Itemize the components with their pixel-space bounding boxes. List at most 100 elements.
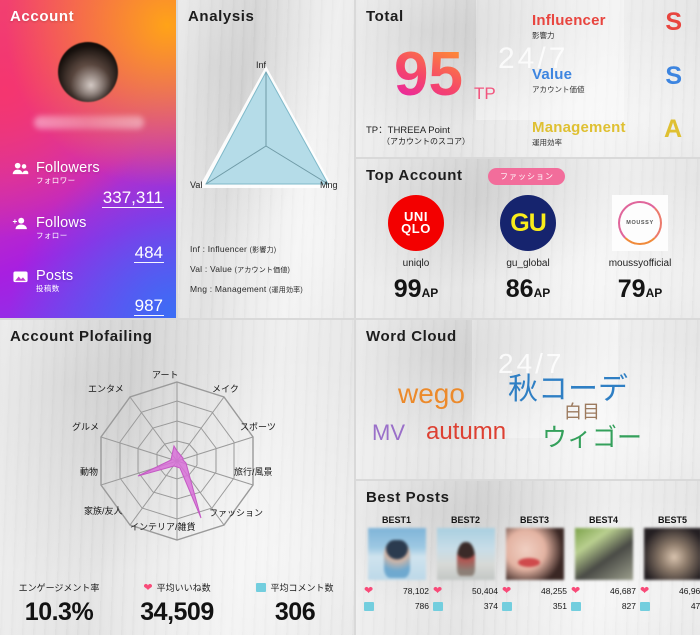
followers-icon <box>12 162 29 174</box>
account-profiling-panel: Account Plofailing アート メイク スポーツ 旅行/風景 ファ… <box>0 320 354 635</box>
stat-followers: Followers フォロワー 337,311 <box>12 160 164 209</box>
best-post-rank-3: BEST4 <box>588 515 618 525</box>
word-cloud-term-4[interactable]: autumn <box>426 418 506 446</box>
word-cloud-panel-title: Word Cloud <box>366 328 457 345</box>
kpi-value-likes: 34,509 <box>140 598 214 626</box>
stat-label-follows: Follows <box>36 215 87 231</box>
radar-axis-animal: 動物 <box>80 467 99 477</box>
top-account-name-0: uniqlo <box>402 258 430 269</box>
best-post-item-0[interactable]: BEST1 ❤ 78,102 786 <box>364 515 429 611</box>
grade-management: A <box>663 115 682 143</box>
best-post-likes-4: 46,964 <box>679 585 700 596</box>
radar-axis-gourmet: グルメ <box>72 422 100 432</box>
comment-icon <box>364 601 374 611</box>
radar-axis-sports: スポーツ <box>240 422 276 432</box>
heart-icon: ❤ <box>143 582 153 594</box>
analysis-legend-item-0: Inf : Influencer (影響力) <box>190 244 277 254</box>
account-panel: Account Followers フォロワー 337,311 Follows … <box>0 0 176 318</box>
radar-axis-makeup: メイク <box>212 384 239 394</box>
uniqlo-logo-line2: QLO <box>401 221 431 236</box>
stat-posts: Posts 投稿数 987 <box>12 268 164 317</box>
word-cloud-panel: 24/7 Word Cloud wego 秋コーデ 白目 MV autumn ウ… <box>356 320 700 479</box>
metric-management-label-jp: 運用効率 <box>532 138 562 147</box>
stat-label-posts-jp: 投稿数 <box>36 284 60 293</box>
best-posts-list: BEST1 ❤ 78,102 786 BEST2 ❤ 50,404 374 BEST… <box>364 515 700 611</box>
metric-value-label-jp: アカウント価値 <box>532 85 585 94</box>
kpi-avg-likes: ❤ 平均いいね数 34,509 <box>118 581 236 627</box>
best-post-likes-0: 78,102 <box>403 585 429 596</box>
moussy-logo-text: MOUSSY <box>626 220 654 226</box>
top-account-ap-0: 99AP <box>393 275 439 303</box>
stat-label-followers-jp: フォロワー <box>36 176 76 185</box>
stat-label-posts: Posts <box>36 268 74 284</box>
radar-axis-art: アート <box>152 370 179 380</box>
analysis-axis-val: Val <box>190 180 203 190</box>
dashboard-root: Account Followers フォロワー 337,311 Follows … <box>0 0 700 635</box>
best-post-thumbnail-2[interactable] <box>505 528 564 580</box>
total-note: TP：THREEA Point <box>366 125 450 136</box>
radar-axis-travel: 旅行/風景 <box>234 467 273 477</box>
comment-icon <box>571 601 581 611</box>
heart-icon: ❤ <box>502 585 512 597</box>
profiling-kpis: エンゲージメント率 10.3% ❤ 平均いいね数 34,509 平均コメント数 … <box>0 581 354 627</box>
best-posts-panel: Best Posts BEST1 ❤ 78,102 786 BEST2 ❤ 50,4… <box>356 481 700 635</box>
heart-icon: ❤ <box>433 585 443 597</box>
stat-value-followers: 337,311 <box>101 188 164 209</box>
metric-management-label: Management <box>532 119 626 136</box>
analysis-legend-item-2: Mng : Management (運用効率) <box>190 284 303 294</box>
metric-value-label: Value <box>532 66 573 83</box>
best-posts-panel-title: Best Posts <box>366 489 450 506</box>
best-post-comments-2: 351 <box>552 601 567 611</box>
heart-icon: ❤ <box>571 585 581 597</box>
best-post-comments-4: 474 <box>690 601 700 611</box>
top-account-ap-1: 86AP <box>505 275 551 303</box>
word-cloud-term-0[interactable]: wego <box>398 378 465 410</box>
uniqlo-logo: UNI QLO <box>388 195 444 251</box>
top-account-item-2[interactable]: MOUSSY moussyofficial 79AP <box>590 195 690 304</box>
best-post-item-2[interactable]: BEST3 ❤ 48,255 351 <box>502 515 567 611</box>
radar-axis-interior: インテリア/雑貨 <box>130 522 196 532</box>
follows-icon <box>12 217 27 229</box>
stat-value-follows: 484 <box>133 243 164 264</box>
kpi-label-comments: 平均コメント数 <box>270 583 334 593</box>
top-account-item-0[interactable]: UNI QLO uniqlo 99AP <box>366 195 466 304</box>
metric-value: Value アカウント価値 <box>532 66 585 95</box>
comment-icon <box>502 601 512 611</box>
top-account-item-1[interactable]: GU gu_global 86AP <box>478 195 578 304</box>
total-panel-title: Total <box>366 8 404 25</box>
account-name-blurred <box>34 116 144 129</box>
kpi-value-engagement: 10.3% <box>24 598 94 626</box>
grade-value: S <box>665 62 682 90</box>
analysis-axis-mng: Mng <box>320 180 338 190</box>
best-post-thumbnail-1[interactable] <box>436 528 495 580</box>
best-post-thumbnail-0[interactable] <box>367 528 426 580</box>
analysis-legend-item-1: Val : Value (アカウント価値) <box>190 264 291 274</box>
moussy-logo: MOUSSY <box>612 195 668 251</box>
analysis-panel: Analysis Inf Mng Val Inf : Influencer (影… <box>178 0 354 318</box>
best-post-thumbnail-4[interactable] <box>643 528 700 580</box>
comment-icon <box>256 583 267 592</box>
kpi-label-likes: 平均いいね数 <box>156 583 211 593</box>
word-cloud-term-5[interactable]: ウィゴー <box>542 418 642 454</box>
best-post-item-1[interactable]: BEST2 ❤ 50,404 374 <box>433 515 498 611</box>
best-post-item-3[interactable]: BEST4 ❤ 46,687 827 <box>571 515 636 611</box>
best-post-comments-1: 374 <box>483 601 498 611</box>
total-score-unit: TP <box>474 84 496 103</box>
word-cloud-term-3[interactable]: MV <box>372 420 405 446</box>
best-post-rank-1: BEST2 <box>450 515 480 525</box>
heart-icon: ❤ <box>364 585 374 597</box>
best-post-thumbnail-3[interactable] <box>574 528 633 580</box>
analysis-legend: Inf : Influencer (影響力) Val : Value (アカウン… <box>190 244 350 304</box>
best-post-comments-0: 786 <box>414 601 429 611</box>
best-post-comments-3: 827 <box>621 601 636 611</box>
best-post-likes-2: 48,255 <box>541 585 567 596</box>
avatar <box>58 42 118 102</box>
metric-influencer-label: Influencer <box>532 12 606 29</box>
total-note-jp: （アカウントのスコア） <box>382 137 470 146</box>
best-post-rank-4: BEST5 <box>657 515 687 525</box>
stat-value-posts: 987 <box>133 296 164 317</box>
total-panel: 24/7 Total 95 TP TP：THREEA Point （アカウントの… <box>356 0 700 157</box>
kpi-engagement-rate: エンゲージメント率 10.3% <box>0 581 118 627</box>
radar-axis-entame: エンタメ <box>88 384 124 394</box>
best-post-item-4[interactable]: BEST5 ❤ 46,964 474 <box>640 515 700 611</box>
